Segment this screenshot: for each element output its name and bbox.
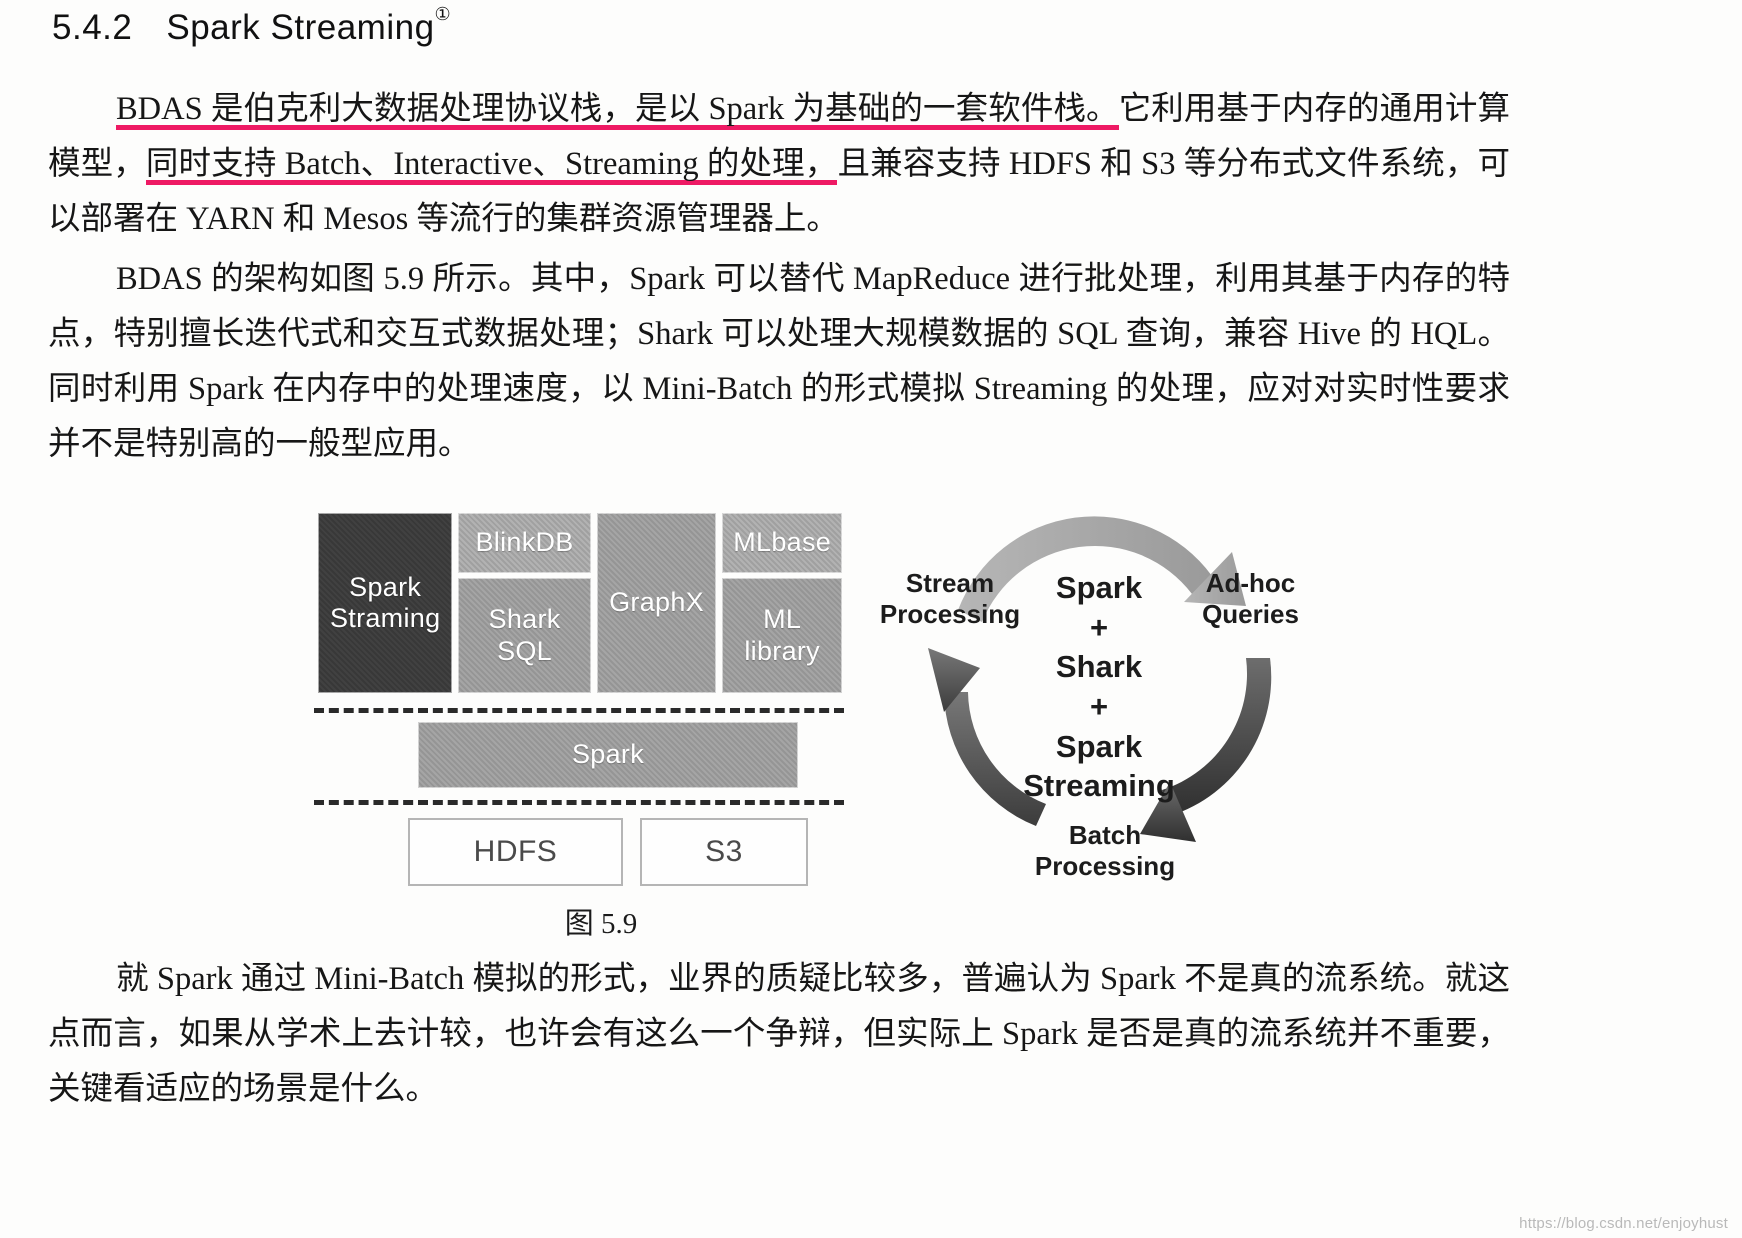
- stack-divider-upper: [314, 708, 844, 713]
- paragraph-three: 就 Spark 通过 Mini-Batch 模拟的形式，业界的质疑比较多，普遍认…: [48, 952, 1510, 1117]
- paragraph-three-text: 就 Spark 通过 Mini-Batch 模拟的形式，业界的质疑比较多，普遍认…: [48, 961, 1510, 1107]
- stack-column-ml: MLbase ML library: [722, 513, 842, 693]
- stack-box-blinkdb: BlinkDB: [458, 513, 591, 573]
- blog-watermark: https://blog.csdn.net/enjoyhust: [1519, 1215, 1728, 1232]
- stack-box-mlbase: MLbase: [722, 513, 842, 573]
- cycle-center-label: Spark + Shark + Spark Streaming: [1023, 570, 1175, 804]
- processing-cycle-diagram: Stream Processing Ad-hoc Queries Batch P…: [840, 490, 1370, 900]
- highlighted-text-bdas-definition: BDAS 是伯克利大数据处理协议栈，是以 Spark 为基础的一套软件栈。: [116, 91, 1119, 130]
- page-title: 5.4.2 Spark Streaming①: [52, 4, 451, 48]
- highlighted-text-batch-interactive-streaming: 同时支持 Batch、Interactive、Streaming 的处理，: [145, 146, 838, 185]
- paragraph-one: BDAS 是伯克利大数据处理协议栈，是以 Spark 为基础的一套软件栈。它利用…: [48, 82, 1510, 247]
- stack-box-spark-core: Spark: [418, 722, 798, 788]
- figure-5-9: Spark Straming BlinkDB Shark SQL GraphX …: [300, 500, 1370, 900]
- figure-caption: 图 5.9: [564, 908, 638, 940]
- cycle-label-batch-processing: Batch Processing: [1034, 820, 1176, 881]
- section-title: Spark Streaming: [166, 8, 435, 47]
- stack-box-hdfs: HDFS: [408, 818, 623, 886]
- stack-divider-lower: [314, 800, 844, 805]
- paragraph-two: BDAS 的架构如图 5.9 所示。其中，Spark 可以替代 MapReduc…: [48, 252, 1510, 472]
- paragraph-two-text: BDAS 的架构如图 5.9 所示。其中，Spark 可以替代 MapReduc…: [48, 261, 1510, 462]
- stack-column-shark: BlinkDB Shark SQL: [458, 513, 591, 693]
- stack-box-spark-streaming: Spark Straming: [318, 513, 453, 693]
- stack-box-ml-library: ML library: [722, 578, 842, 693]
- document-page: 5.4.2 Spark Streaming① BDAS 是伯克利大数据处理协议栈，…: [0, 0, 1742, 1238]
- section-number: 5.4.2: [52, 8, 133, 47]
- footnote-marker: ①: [434, 4, 451, 25]
- stack-box-shark-sql: Shark SQL: [458, 578, 591, 693]
- stack-storage-tier: HDFS S3: [408, 818, 808, 886]
- bdas-upper-tier: Spark Straming BlinkDB Shark SQL GraphX …: [318, 513, 842, 693]
- stack-box-graphx: GraphX: [596, 513, 717, 693]
- figure-caption-wrapper: 图 5.9: [0, 900, 1742, 942]
- bdas-stack-diagram: Spark Straming BlinkDB Shark SQL GraphX …: [308, 508, 844, 898]
- stack-box-s3: S3: [640, 818, 808, 886]
